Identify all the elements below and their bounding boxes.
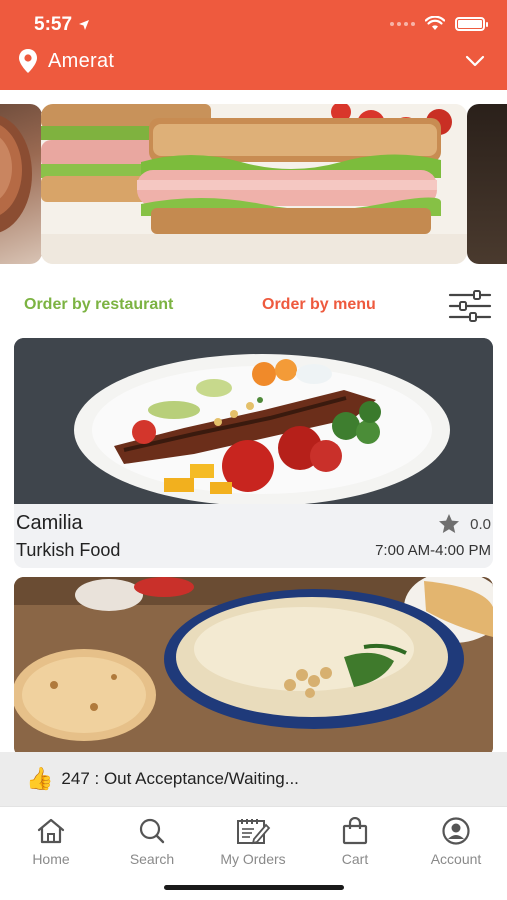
nav-cart-label: Cart	[341, 851, 369, 867]
nav-account-label: Account	[430, 851, 482, 867]
nav-home[interactable]: Home	[6, 813, 96, 873]
bottom-navigation: Home Search My Orders Cart Account	[0, 806, 507, 900]
location-name: Amerat	[48, 49, 115, 72]
banner-slide-sandwich[interactable]	[41, 104, 467, 264]
rating-value: 0.0	[470, 515, 491, 533]
banner-slide-previous[interactable]	[0, 104, 42, 264]
order-status-banner[interactable]: 👍 247 : Out Acceptance/Waiting...	[0, 752, 507, 806]
restaurant-cuisine: Turkish Food	[16, 540, 121, 560]
home-indicator-bar	[164, 885, 344, 890]
battery-icon	[455, 16, 488, 31]
restaurant-info: Camilia Turkish Food 0.0 7:00 AM-4:00 PM	[14, 504, 493, 568]
shopping-bag-icon	[342, 817, 368, 845]
map-pin-icon	[19, 49, 37, 73]
status-bar-time: 5:57	[34, 14, 90, 36]
wifi-icon	[425, 16, 445, 30]
nav-home-label: Home	[32, 851, 70, 867]
location-arrow-icon	[79, 20, 90, 30]
chevron-down-icon[interactable]	[465, 55, 485, 67]
status-bar-indicators	[390, 16, 488, 31]
account-avatar-icon	[442, 817, 470, 845]
promo-banner-carousel[interactable]	[0, 104, 507, 264]
restaurant-image	[14, 577, 493, 757]
search-icon	[139, 818, 165, 844]
location-selector[interactable]: Amerat	[18, 46, 485, 76]
time-text: 5:57	[34, 14, 73, 35]
nav-search[interactable]: Search	[107, 813, 197, 873]
orders-notepad-icon	[237, 819, 271, 845]
home-icon	[37, 818, 65, 844]
banner-slide-next[interactable]	[467, 104, 507, 264]
filter-sliders-icon[interactable]	[448, 290, 492, 322]
order-mode-tabs: Order by restaurant Order by menu	[0, 286, 507, 326]
signal-icon	[390, 21, 415, 26]
nav-search-label: Search	[129, 851, 175, 867]
nav-cart[interactable]: Cart	[310, 813, 400, 873]
restaurant-name: Camilia	[16, 512, 83, 534]
restaurant-card[interactable]	[14, 577, 493, 757]
restaurant-hours: 7:00 AM-4:00 PM	[375, 542, 491, 559]
sandwich-image	[41, 104, 467, 264]
restaurant-image	[14, 338, 493, 504]
nav-orders-label: My Orders	[220, 851, 286, 867]
app-screen: 5:57 Amerat Order by restaurant Order by…	[0, 0, 507, 900]
restaurant-rating: 0.0	[434, 512, 491, 536]
order-status-text: 247 : Out Acceptance/Waiting...	[61, 769, 299, 788]
nav-my-orders[interactable]: My Orders	[208, 813, 298, 873]
tab-order-by-restaurant[interactable]: Order by restaurant	[24, 296, 173, 314]
header: 5:57 Amerat	[0, 0, 507, 90]
thumbs-up-icon: 👍	[26, 766, 54, 791]
star-icon	[439, 514, 460, 533]
soup-bowl-image	[0, 115, 32, 233]
tab-order-by-menu[interactable]: Order by menu	[262, 296, 376, 314]
nav-account[interactable]: Account	[411, 813, 501, 873]
restaurant-card[interactable]: Camilia Turkish Food 0.0 7:00 AM-4:00 PM	[14, 338, 493, 568]
